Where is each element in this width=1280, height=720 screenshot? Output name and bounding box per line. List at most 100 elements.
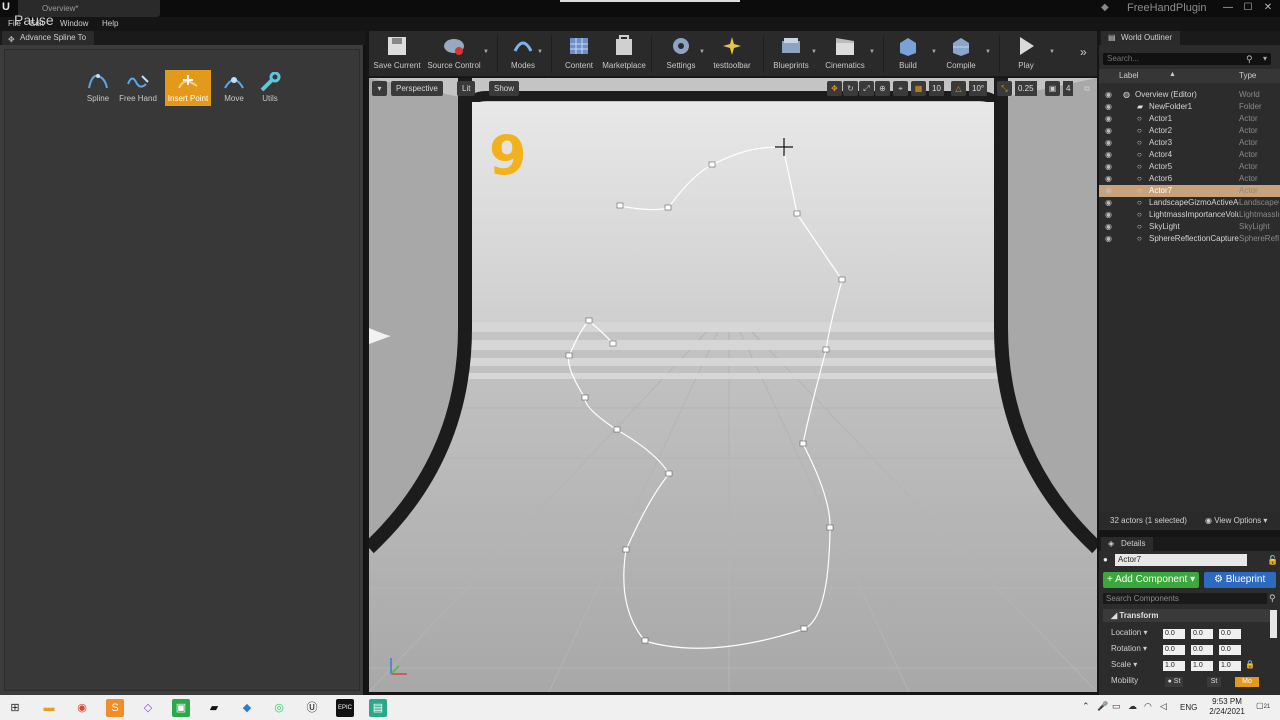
world-space-icon[interactable]: ⊕ xyxy=(875,81,890,96)
green-app-icon[interactable]: ▣ xyxy=(172,699,190,717)
viewport-options-button[interactable]: ▾ xyxy=(372,81,387,96)
grid-snap-icon[interactable]: ▦ xyxy=(911,81,926,96)
battery-icon[interactable]: ▭ xyxy=(1112,701,1122,713)
viewport-scene[interactable] xyxy=(369,78,1097,692)
content-button[interactable]: Content xyxy=(559,33,599,75)
outliner-row[interactable]: ◉ ○ Actor6 Actor xyxy=(1099,173,1280,185)
rotate-tool-icon[interactable]: ↻ xyxy=(843,81,858,96)
visibility-eye-icon[interactable]: ◉ xyxy=(1105,102,1115,112)
language-indicator[interactable]: ENG xyxy=(1180,703,1197,712)
whatsapp-icon[interactable]: ◎ xyxy=(270,699,288,717)
windows-start-icon[interactable]: ⊞ xyxy=(6,699,24,717)
rotation-z-field[interactable]: 0.0 xyxy=(1219,645,1241,655)
camera-speed-value[interactable]: 4 xyxy=(1063,81,1074,96)
menu-window[interactable]: Window xyxy=(60,19,88,28)
unreal-icon[interactable]: Ⓤ xyxy=(303,699,321,717)
mobility-stationary-button[interactable]: St xyxy=(1207,677,1221,687)
visibility-eye-icon[interactable]: ◉ xyxy=(1105,234,1115,244)
visibility-eye-icon[interactable]: ◉ xyxy=(1105,174,1115,184)
settings-button[interactable]: Settings xyxy=(661,33,701,75)
actor-name-field[interactable]: Actor7 xyxy=(1115,554,1247,566)
advance-spline-tab[interactable]: ✥ Advance Spline To xyxy=(2,31,95,45)
lit-button[interactable]: Lit xyxy=(457,81,476,96)
grid-snap-value[interactable]: 10 xyxy=(929,81,944,96)
visibility-eye-icon[interactable]: ◉ xyxy=(1105,114,1115,124)
minimize-button[interactable]: — xyxy=(1220,1,1236,15)
tray-expand-icon[interactable]: ⌃ xyxy=(1082,701,1092,713)
level-viewport[interactable]: ▾ Perspective Lit Show ✥ ↻ ⤢ ⊕ ⌖ ▦ 10 △ … xyxy=(369,78,1097,692)
mode-insert-point-button[interactable]: Insert Point xyxy=(165,70,211,106)
file-explorer-icon[interactable]: ▬ xyxy=(40,699,58,717)
details-search-input[interactable]: Search Components xyxy=(1103,593,1267,604)
visibility-eye-icon[interactable]: ◉ xyxy=(1105,198,1115,208)
sort-up-icon[interactable]: ▲ xyxy=(1169,71,1176,78)
outliner-row[interactable]: ◉ ○ LightmassImportanceVolumeLightmassImpo… xyxy=(1099,209,1280,221)
rotation-snap-icon[interactable]: △ xyxy=(951,81,966,96)
epic-games-icon[interactable]: EPIC xyxy=(336,699,354,717)
translate-tool-icon[interactable]: ✥ xyxy=(827,81,842,96)
scale-y-field[interactable]: 1.0 xyxy=(1191,661,1213,671)
search-icon[interactable]: ⚲ xyxy=(1246,54,1256,64)
compile-button[interactable]: Compile xyxy=(943,33,979,75)
mobility-movable-button[interactable]: Mo xyxy=(1235,677,1259,687)
location-y-field[interactable]: 0.0 xyxy=(1191,629,1213,639)
maximize-viewport-icon[interactable]: ⧉ xyxy=(1081,81,1093,96)
view-options-button[interactable]: ◉ View Options ▾ xyxy=(1205,516,1267,525)
clock-time[interactable]: 9:53 PM xyxy=(1207,697,1247,706)
outliner-row[interactable]: ◉ ○ Actor3 Actor xyxy=(1099,137,1280,149)
maximize-button[interactable]: ☐ xyxy=(1240,1,1256,15)
outliner-col-type[interactable]: Type xyxy=(1239,71,1256,80)
scale-snap-icon[interactable]: ⤡ xyxy=(997,81,1012,96)
scale-x-field[interactable]: 1.0 xyxy=(1163,661,1185,671)
terminal-icon[interactable]: ▰ xyxy=(205,699,223,717)
transform-section-header[interactable]: ◢ Transform xyxy=(1103,609,1271,622)
rotation-y-field[interactable]: 0.0 xyxy=(1191,645,1213,655)
rotation-label[interactable]: Rotation xyxy=(1111,644,1141,653)
outliner-row[interactable]: ◉ ○ Actor5 Actor xyxy=(1099,161,1280,173)
cinematics-dropdown-icon[interactable]: ▼ xyxy=(869,49,875,55)
build-dropdown-icon[interactable]: ▼ xyxy=(931,49,937,55)
microphone-icon[interactable]: 🎤 xyxy=(1097,701,1108,713)
app-icon[interactable]: ▤ xyxy=(369,699,387,717)
visibility-eye-icon[interactable]: ◉ xyxy=(1105,90,1115,100)
outliner-col-label[interactable]: Label xyxy=(1119,71,1139,80)
perspective-button[interactable]: Perspective xyxy=(391,81,443,96)
settings-dropdown-icon[interactable]: ▼ xyxy=(699,49,705,55)
chrome-icon[interactable]: ◉ xyxy=(73,699,91,717)
lock-icon[interactable]: 🔓 xyxy=(1267,555,1278,566)
outliner-row[interactable]: ◉ ▰ NewFolder1 Folder xyxy=(1099,101,1280,113)
clock-date[interactable]: 2/24/2021 xyxy=(1203,707,1251,716)
cinematics-button[interactable]: Cinematics xyxy=(821,33,869,75)
rotation-snap-value[interactable]: 10° xyxy=(969,81,988,96)
add-component-button[interactable]: + Add Component ▾ xyxy=(1103,572,1199,588)
scale-snap-value[interactable]: 0.25 xyxy=(1015,81,1037,96)
mode-utils-button[interactable]: Utils xyxy=(247,70,293,106)
play-button[interactable]: Play xyxy=(1009,33,1043,75)
blue-app-icon[interactable]: ◆ xyxy=(238,699,256,717)
outliner-row[interactable]: ◉ ○ SkyLight SkyLight xyxy=(1099,221,1280,233)
location-x-field[interactable]: 0.0 xyxy=(1163,629,1185,639)
camera-speed-icon[interactable]: ▣ xyxy=(1045,81,1060,96)
source-control-dropdown-icon[interactable]: ▼ xyxy=(483,49,489,55)
location-label[interactable]: Location xyxy=(1111,628,1141,637)
visual-studio-icon[interactable]: ◇ xyxy=(139,699,157,717)
visibility-eye-icon[interactable]: ◉ xyxy=(1105,162,1115,172)
outliner-row[interactable]: ◉ ○ Actor7 Actor xyxy=(1099,185,1280,197)
menu-help[interactable]: Help xyxy=(102,19,118,28)
blueprints-dropdown-icon[interactable]: ▼ xyxy=(811,49,817,55)
scale-label[interactable]: Scale xyxy=(1111,660,1131,669)
visibility-eye-icon[interactable]: ◉ xyxy=(1105,150,1115,160)
compile-dropdown-icon[interactable]: ▼ xyxy=(985,49,991,55)
source-control-button[interactable]: Source Control xyxy=(425,33,483,75)
rotation-x-field[interactable]: 0.0 xyxy=(1163,645,1185,655)
details-tab[interactable]: ◈ Details xyxy=(1101,537,1154,551)
sublime-icon[interactable]: S xyxy=(106,699,124,717)
blueprint-button[interactable]: ⚙ Blueprint xyxy=(1204,572,1276,588)
scale-z-field[interactable]: 1.0 xyxy=(1219,661,1241,671)
scale-lock-icon[interactable]: 🔒 xyxy=(1245,660,1255,669)
close-button[interactable]: ✕ xyxy=(1260,1,1276,15)
outliner-row[interactable]: ◉ ○ Actor1 Actor xyxy=(1099,113,1280,125)
build-button[interactable]: Build xyxy=(891,33,925,75)
outliner-row[interactable]: ◉ ○ Actor2 Actor xyxy=(1099,125,1280,137)
mobility-static-button[interactable]: ● St xyxy=(1165,677,1183,687)
